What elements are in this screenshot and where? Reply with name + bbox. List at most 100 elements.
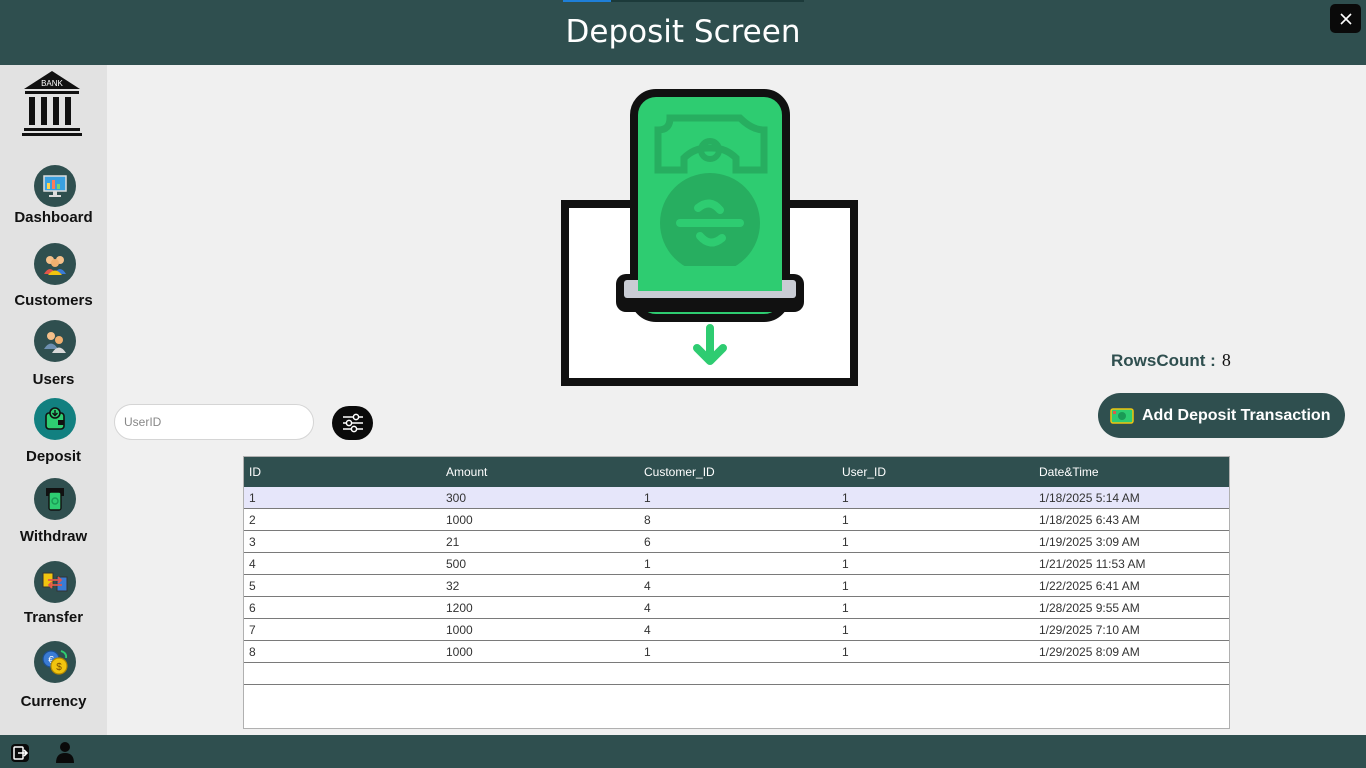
cell-customer-id: 1	[644, 556, 651, 571]
cell-id: 6	[249, 600, 256, 615]
table-header: ID Amount Customer_ID User_ID Date&Time	[244, 457, 1229, 487]
filter-button[interactable]	[332, 406, 373, 440]
title-bar: Deposit Screen	[0, 0, 1366, 65]
sidebar-item-label: Withdraw	[19, 528, 88, 545]
cell-datetime: 1/22/2025 6:41 AM	[1039, 578, 1140, 593]
cell-customer-id: 1	[644, 644, 651, 659]
deposits-table[interactable]: ID Amount Customer_ID User_ID Date&Time …	[243, 456, 1230, 729]
cell-user-id: 1	[842, 534, 849, 549]
sidebar-item-users[interactable]: Users	[0, 320, 107, 390]
cell-amount: 1000	[446, 644, 473, 659]
cell-datetime: 1/29/2025 8:09 AM	[1039, 644, 1140, 659]
table-row[interactable]: 5 32 4 1 1/22/2025 6:41 AM	[244, 575, 1229, 597]
cell-id: 5	[249, 578, 256, 593]
sidebar-item-transfer[interactable]: Transfer	[0, 561, 107, 631]
cell-user-id: 1	[842, 644, 849, 659]
column-header-id[interactable]: ID	[244, 465, 443, 479]
close-button[interactable]	[1330, 4, 1361, 33]
users-icon	[34, 320, 76, 362]
cell-customer-id: 4	[644, 578, 651, 593]
table-body: 1 300 1 1 1/18/2025 5:14 AM 2 1000 8 1 1/18/2025 …	[244, 487, 1229, 685]
cell-user-id: 1	[842, 578, 849, 593]
cell-customer-id: 4	[644, 600, 651, 615]
column-header-user-id[interactable]: User_ID	[839, 465, 1036, 479]
table-row[interactable]: 3 21 6 1 1/19/2025 3:09 AM	[244, 531, 1229, 553]
sliders-icon	[342, 413, 363, 433]
column-header-customer-id[interactable]: Customer_ID	[641, 465, 839, 479]
cell-user-id: 1	[842, 490, 849, 505]
column-header-datetime[interactable]: Date&Time	[1036, 465, 1229, 479]
currency-icon: € $	[34, 641, 76, 683]
cell-user-id: 1	[842, 622, 849, 637]
cell-amount: 500	[446, 556, 467, 571]
table-row[interactable]: 7 1000 4 1 1/29/2025 7:10 AM	[244, 619, 1229, 641]
table-row[interactable]: 6 1200 4 1 1/28/2025 9:55 AM	[244, 597, 1229, 619]
user-profile-icon[interactable]	[55, 741, 75, 763]
title-bar-accent-dark	[611, 0, 804, 2]
logout-icon[interactable]	[10, 743, 30, 763]
rows-count-value: 8	[1221, 350, 1231, 370]
cell-datetime: 1/21/2025 11:53 AM	[1039, 556, 1146, 571]
svg-text:BANK: BANK	[41, 79, 63, 88]
sidebar-item-deposit[interactable]: Deposit	[0, 398, 107, 468]
bank-logo-icon: BANK	[22, 71, 82, 136]
sidebar-item-label: Deposit	[25, 448, 81, 465]
cell-customer-id: 1	[644, 490, 651, 505]
deposit-icon	[34, 398, 76, 440]
userid-search-input[interactable]	[114, 404, 314, 440]
cell-datetime: 1/19/2025 3:09 AM	[1039, 534, 1140, 549]
sidebar-item-dashboard[interactable]: Dashboard	[0, 165, 107, 235]
cell-amount: 300	[446, 490, 467, 505]
deposit-illustration-icon	[561, 89, 858, 386]
cell-datetime: 1/18/2025 6:43 AM	[1039, 512, 1140, 527]
table-row[interactable]: 2 1000 8 1 1/18/2025 6:43 AM	[244, 509, 1229, 531]
cell-user-id: 1	[842, 600, 849, 615]
cell-customer-id: 8	[644, 512, 651, 527]
cell-amount: 1000	[446, 512, 473, 527]
cell-amount: 32	[446, 578, 460, 593]
cell-id: 8	[249, 644, 256, 659]
sidebar-item-label: Customers	[14, 292, 93, 309]
sidebar: BANK Dashboard Customers Users Deposit W…	[0, 65, 107, 735]
money-icon	[1110, 407, 1134, 424]
cell-id: 1	[249, 490, 256, 505]
transfer-icon	[34, 561, 76, 603]
cell-id: 3	[249, 534, 256, 549]
cell-datetime: 1/18/2025 5:14 AM	[1039, 490, 1140, 505]
cell-id: 2	[249, 512, 256, 527]
sidebar-item-currency[interactable]: € $ Currency	[0, 641, 107, 711]
customers-icon	[34, 243, 76, 285]
table-row[interactable]: 1 300 1 1 1/18/2025 5:14 AM	[244, 487, 1229, 509]
status-bar	[0, 735, 1366, 768]
add-deposit-button[interactable]: Add Deposit Transaction	[1098, 393, 1345, 438]
cell-amount: 21	[446, 534, 460, 549]
cell-amount: 1000	[446, 622, 473, 637]
sidebar-item-label: Currency	[20, 693, 87, 710]
dashboard-icon	[34, 165, 76, 207]
cell-user-id: 1	[842, 512, 849, 527]
rows-count: RowsCount : 8	[1111, 350, 1231, 371]
table-row[interactable]: 4 500 1 1 1/21/2025 11:53 AM	[244, 553, 1229, 575]
close-icon	[1339, 12, 1352, 25]
cell-customer-id: 6	[644, 534, 651, 549]
sidebar-item-label: Users	[32, 371, 75, 388]
cell-amount: 1200	[446, 600, 473, 615]
withdraw-icon	[34, 478, 76, 520]
column-header-amount[interactable]: Amount	[443, 465, 641, 479]
add-deposit-button-label: Add Deposit Transaction	[1142, 406, 1331, 424]
table-new-row[interactable]	[244, 663, 1229, 685]
cell-id: 7	[249, 622, 256, 637]
cell-user-id: 1	[842, 556, 849, 571]
sidebar-item-withdraw[interactable]: Withdraw	[0, 478, 107, 548]
cell-id: 4	[249, 556, 256, 571]
cell-customer-id: 4	[644, 622, 651, 637]
rows-count-label: RowsCount :	[1111, 351, 1216, 370]
sidebar-item-label: Dashboard	[14, 209, 93, 226]
sidebar-item-customers[interactable]: Customers	[0, 243, 107, 313]
table-row[interactable]: 8 1000 1 1 1/29/2025 8:09 AM	[244, 641, 1229, 663]
cell-datetime: 1/29/2025 7:10 AM	[1039, 622, 1140, 637]
page-title: Deposit Screen	[565, 14, 801, 50]
cell-datetime: 1/28/2025 9:55 AM	[1039, 600, 1140, 615]
title-bar-accent	[563, 0, 611, 2]
sidebar-item-label: Transfer	[23, 609, 84, 626]
